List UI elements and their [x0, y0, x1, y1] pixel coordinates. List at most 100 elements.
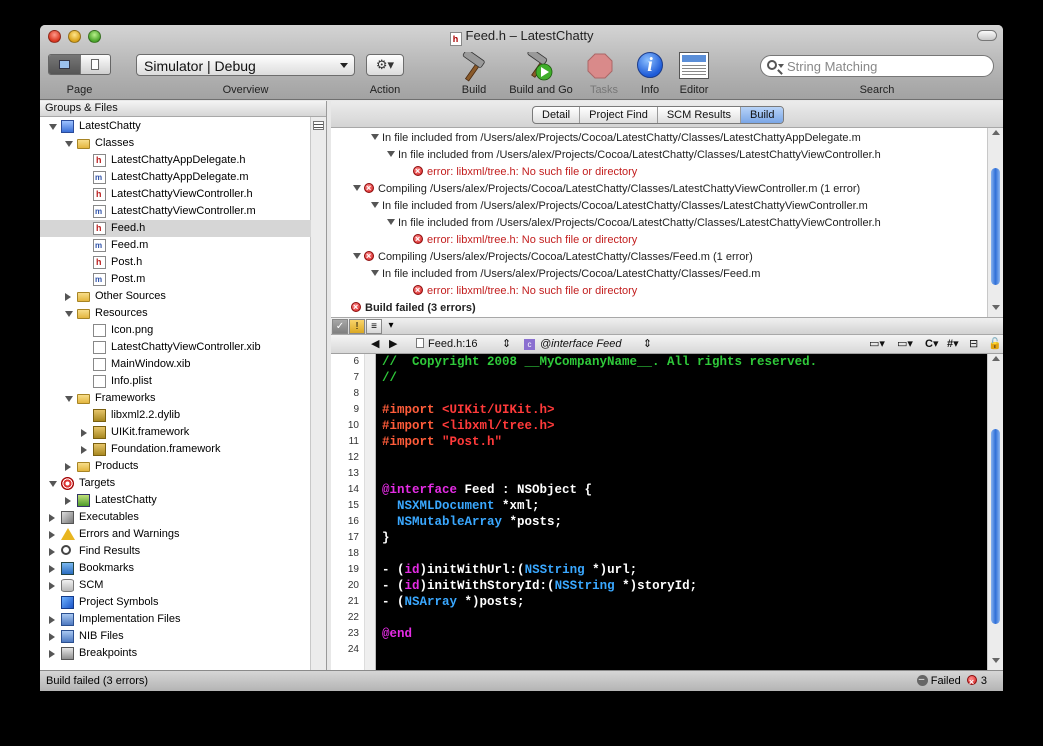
- build-error-row[interactable]: error: libxml/tree.h: No such file or di…: [413, 163, 637, 181]
- sidebar-item[interactable]: libxml2.2.dylib: [40, 407, 311, 424]
- scroll-up-arrow-icon[interactable]: [992, 130, 1000, 135]
- stop-icon[interactable]: [587, 53, 613, 79]
- build-message-row[interactable]: In file included from /Users/alex/Projec…: [371, 198, 868, 215]
- disclosure-open-icon[interactable]: [65, 311, 73, 317]
- bookmark-popup-icon[interactable]: ▭▾: [869, 337, 885, 350]
- sidebar-item[interactable]: Executables: [40, 509, 311, 526]
- code-line[interactable]: #import <UIKit/UIKit.h>: [382, 402, 555, 418]
- disclosure-open-icon[interactable]: [387, 151, 395, 157]
- disclosure-open-icon[interactable]: [353, 185, 361, 191]
- code-line[interactable]: // Copyright 2008 __MyCompanyName__. All…: [382, 354, 817, 370]
- code-line[interactable]: #import <libxml/tree.h>: [382, 418, 555, 434]
- sidebar-item[interactable]: LatestChattyViewController.xib: [40, 339, 311, 356]
- sidebar-item[interactable]: LatestChatty: [40, 492, 311, 509]
- sidebar-item[interactable]: MainWindow.xib: [40, 356, 311, 373]
- sidebar-item[interactable]: Bookmarks: [40, 560, 311, 577]
- scroll-down-arrow-icon[interactable]: [992, 658, 1000, 663]
- code-line[interactable]: //: [382, 370, 397, 386]
- build-message-row[interactable]: In file included from /Users/alex/Projec…: [387, 147, 881, 164]
- build-error-row[interactable]: error: libxml/tree.h: No such file or di…: [413, 282, 637, 300]
- symbol-popup[interactable]: c @interface Feed ⇕: [524, 337, 652, 350]
- sidebar-item[interactable]: SCM: [40, 577, 311, 594]
- sidebar-item[interactable]: Breakpoints: [40, 645, 311, 662]
- tab-detail[interactable]: Detail: [533, 107, 581, 123]
- sidebar-item[interactable]: Post.m: [40, 271, 311, 288]
- tab-scm-results[interactable]: SCM Results: [658, 107, 742, 123]
- search-field[interactable]: String Matching: [760, 55, 994, 77]
- disclosure-closed-icon[interactable]: [65, 497, 71, 505]
- code-line[interactable]: }: [382, 530, 390, 546]
- code-line[interactable]: - (id)initWithUrl:(NSString *)url;: [382, 562, 637, 578]
- tab-build[interactable]: Build: [741, 107, 784, 123]
- build-status[interactable]: Failed 3: [916, 670, 987, 691]
- code-text-area[interactable]: // Copyright 2008 __MyCompanyName__. All…: [377, 354, 987, 670]
- build-message-row[interactable]: Compiling /Users/alex/Projects/Cocoa/Lat…: [353, 248, 753, 266]
- editor-scrollbar[interactable]: [987, 354, 1003, 670]
- sidebar-item[interactable]: LatestChattyViewController.m: [40, 203, 311, 220]
- split-view-icon[interactable]: ⊟: [969, 337, 978, 350]
- code-line[interactable]: - (NSArray *)posts;: [382, 594, 525, 610]
- disclosure-closed-icon[interactable]: [49, 565, 55, 573]
- sidebar-item[interactable]: Icon.png: [40, 322, 311, 339]
- filter-transcript-icon[interactable]: ≡: [366, 319, 382, 334]
- sidebar-item[interactable]: Find Results: [40, 543, 311, 560]
- sidebar-item[interactable]: LatestChattyAppDelegate.h: [40, 152, 311, 169]
- sidebar-item[interactable]: Other Sources: [40, 288, 311, 305]
- file-popup[interactable]: Feed.h:16 ⇕: [416, 337, 511, 350]
- build-results-scrollbar[interactable]: [987, 128, 1003, 317]
- info-icon[interactable]: i: [637, 52, 663, 78]
- sidebar-item[interactable]: Frameworks: [40, 390, 311, 407]
- include-popup[interactable]: #▾: [947, 337, 959, 350]
- code-line[interactable]: NSMutableArray *posts;: [382, 514, 562, 530]
- code-line[interactable]: @interface Feed : NSObject {: [382, 482, 592, 498]
- build-message-row[interactable]: Compiling /Users/alex/Projects/Cocoa/Lat…: [353, 180, 860, 198]
- overview-popup[interactable]: Simulator | Debug: [136, 54, 355, 76]
- page-segmented-control[interactable]: [48, 54, 111, 75]
- sidebar-item[interactable]: Resources: [40, 305, 311, 322]
- sidebar-item[interactable]: Feed.m: [40, 237, 311, 254]
- sidebar-item[interactable]: Info.plist: [40, 373, 311, 390]
- action-button[interactable]: ⚙▾: [366, 54, 404, 76]
- scroll-up-arrow-icon[interactable]: [992, 356, 1000, 361]
- disclosure-closed-icon[interactable]: [65, 293, 71, 301]
- editor-scroll-thumb[interactable]: [991, 429, 1000, 624]
- disclosure-open-icon[interactable]: [49, 124, 57, 130]
- disclosure-closed-icon[interactable]: [81, 446, 87, 454]
- page-segment-editor[interactable]: [80, 55, 110, 74]
- tab-project-find[interactable]: Project Find: [580, 107, 658, 123]
- build-message-row[interactable]: In file included from /Users/alex/Projec…: [371, 266, 760, 283]
- filter-warning-icon[interactable]: !: [349, 319, 365, 334]
- sidebar-item[interactable]: Classes: [40, 135, 311, 152]
- sidebar-item[interactable]: Project Symbols: [40, 594, 311, 611]
- disclosure-closed-icon[interactable]: [49, 633, 55, 641]
- scroll-down-arrow-icon[interactable]: [992, 305, 1000, 310]
- disclosure-open-icon[interactable]: [49, 481, 57, 487]
- toolbar-toggle-button[interactable]: [977, 30, 997, 41]
- build-results-scroll-thumb[interactable]: [991, 168, 1000, 285]
- sidebar-item[interactable]: Implementation Files: [40, 611, 311, 628]
- sidebar-item[interactable]: LatestChatty: [40, 118, 311, 135]
- lock-icon[interactable]: 🔓: [988, 337, 1002, 350]
- code-line[interactable]: NSXMLDocument *xml;: [382, 498, 540, 514]
- disclosure-closed-icon[interactable]: [81, 429, 87, 437]
- sidebar-item[interactable]: Feed.h: [40, 220, 311, 237]
- disclosure-open-icon[interactable]: [65, 141, 73, 147]
- code-line[interactable]: #import "Post.h": [382, 434, 502, 450]
- code-line[interactable]: @end: [382, 626, 412, 642]
- sidebar-column-menu-icon[interactable]: [313, 121, 324, 130]
- code-line[interactable]: - (id)initWithStoryId:(NSString *)storyI…: [382, 578, 697, 594]
- build-message-row[interactable]: In file included from /Users/alex/Projec…: [371, 130, 861, 147]
- page-segment-project[interactable]: [49, 55, 80, 74]
- disclosure-closed-icon[interactable]: [49, 650, 55, 658]
- filter-menu-chevron-icon[interactable]: ▾: [383, 319, 399, 334]
- disclosure-closed-icon[interactable]: [65, 463, 71, 471]
- sidebar-item[interactable]: Errors and Warnings: [40, 526, 311, 543]
- disclosure-closed-icon[interactable]: [49, 616, 55, 624]
- breakpoint-popup-icon[interactable]: ▭▾: [897, 337, 913, 350]
- disclosure-closed-icon[interactable]: [49, 548, 55, 556]
- sidebar-scrollbar[interactable]: [310, 117, 326, 670]
- code-editor[interactable]: 6 7 8 9 10 11 12 13 14 15 16 17 18 19 20 21 22 23 24 // Co…: [331, 354, 1003, 670]
- sidebar-item[interactable]: Foundation.framework: [40, 441, 311, 458]
- editor-icon[interactable]: [679, 52, 709, 79]
- disclosure-open-icon[interactable]: [65, 396, 73, 402]
